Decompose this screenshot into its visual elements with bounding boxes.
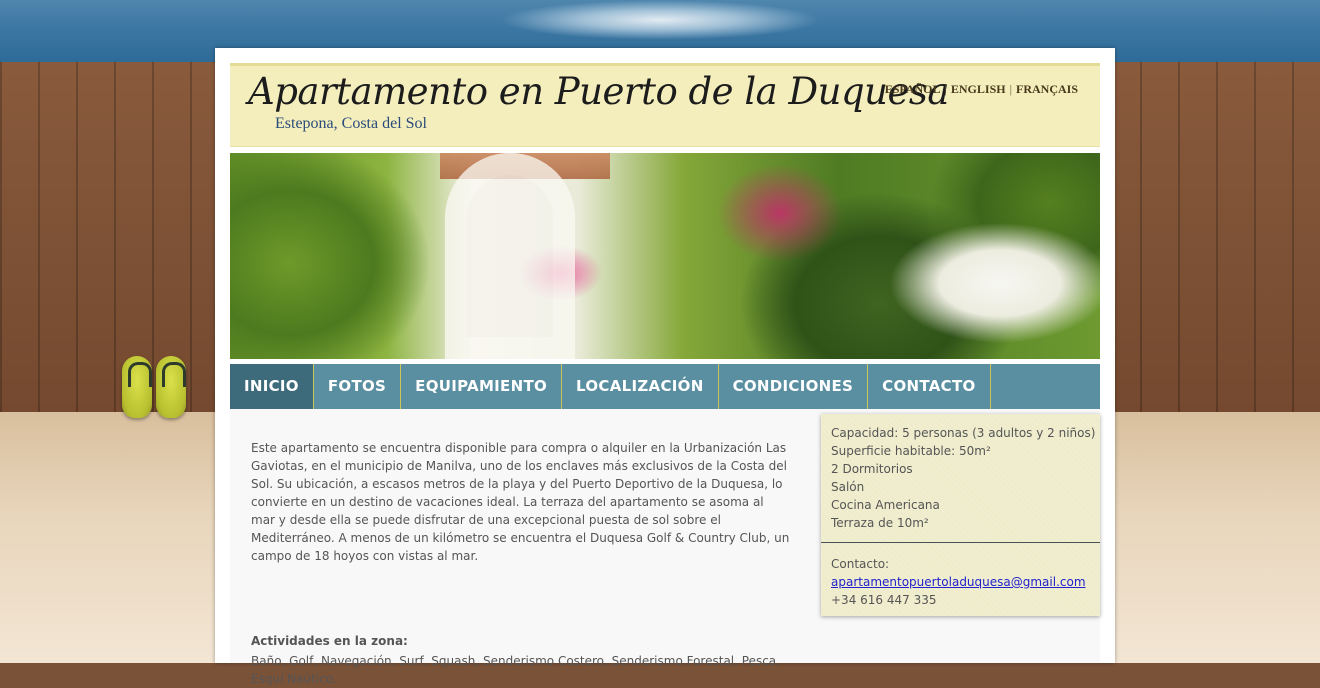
spec-capacity: Capacidad: 5 personas (3 adultos y 2 niñ… — [831, 426, 1096, 440]
flip-flop-right-image — [156, 356, 186, 418]
contact-phone: +34 616 447 335 — [831, 593, 937, 607]
contact-info: Contacto: apartamentopuertoladuquesa@gma… — [831, 555, 1093, 609]
page-container: Apartamento en Puerto de la Duquesa Este… — [215, 48, 1115, 686]
flip-flop-left-image — [122, 356, 152, 418]
contact-label: Contacto: — [831, 557, 890, 571]
hero-photo-garden — [230, 153, 1100, 359]
language-separator: | — [1009, 82, 1012, 96]
nav-item-localizacion[interactable]: LOCALIZACIÓN — [562, 364, 719, 409]
intro-paragraph: Este apartamento se encuentra disponible… — [251, 441, 790, 563]
language-switcher: ESPAÑOL | ENGLISH | FRANÇAIS — [885, 82, 1078, 97]
nav-item-fotos[interactable]: FOTOS — [314, 364, 402, 409]
nav-item-condiciones[interactable]: CONDICIONES — [719, 364, 869, 409]
spec-living-room: Salón — [831, 480, 865, 494]
contact-email-link[interactable]: apartamentopuertoladuquesa@gmail.com — [831, 575, 1086, 589]
spec-kitchen: Cocina Americana — [831, 498, 940, 512]
background-wave-foam — [500, 0, 820, 40]
spec-bedrooms: 2 Dormitorios — [831, 462, 913, 476]
sidebar-divider — [821, 542, 1100, 543]
language-link-espanol[interactable]: ESPAÑOL — [885, 82, 941, 96]
site-subtitle: Estepona, Costa del Sol — [275, 115, 427, 132]
spec-terrace: Terraza de 10m² — [831, 516, 929, 530]
language-link-francais[interactable]: FRANÇAIS — [1016, 82, 1078, 96]
site-header: Apartamento en Puerto de la Duquesa Este… — [230, 63, 1100, 147]
main-nav: INICIO FOTOS EQUIPAMIENTO LOCALIZACIÓN C… — [230, 364, 1100, 409]
activities-list: Baño, Golf, Navegación, Surf, Squash, Se… — [251, 654, 780, 686]
spec-surface: Superficie habitable: 50m² — [831, 444, 991, 458]
language-separator: | — [944, 82, 947, 96]
info-sidebar: Capacidad: 5 personas (3 adultos y 2 niñ… — [821, 414, 1100, 616]
hero-white-arch — [445, 153, 575, 359]
site-title[interactable]: Apartamento en Puerto de la Duquesa — [248, 70, 949, 113]
nav-item-contacto[interactable]: CONTACTO — [868, 364, 991, 409]
nav-item-inicio[interactable]: INICIO — [230, 364, 314, 409]
language-link-english[interactable]: ENGLISH — [951, 82, 1006, 96]
apartment-specs: Capacidad: 5 personas (3 adultos y 2 niñ… — [831, 424, 1096, 532]
nav-item-equipamiento[interactable]: EQUIPAMIENTO — [401, 364, 563, 409]
activities-heading: Actividades en la zona: — [251, 634, 408, 648]
